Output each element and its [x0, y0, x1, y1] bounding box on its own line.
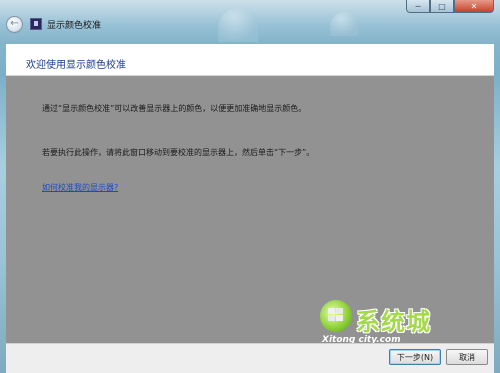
title-bar-row: ← 显示颜色校准: [6, 14, 101, 34]
intro-text: 通过“显示颜色校准”可以改善显示器上的颜色，以便更加准确地显示颜色。: [42, 104, 307, 113]
content-panel: [6, 44, 494, 343]
color-calibration-app-icon: [30, 18, 42, 30]
cancel-button[interactable]: 取消: [446, 349, 488, 365]
help-link[interactable]: 如何校准我的显示器?: [42, 182, 118, 193]
next-button[interactable]: 下一步(N): [389, 349, 441, 365]
page-title: 欢迎使用显示颜色校准: [26, 60, 126, 71]
watermark-brand: 系统城: [356, 308, 431, 336]
back-arrow-icon[interactable]: ←: [6, 15, 23, 33]
window-controls: ─ □ ✕: [406, 0, 494, 13]
maximize-button[interactable]: □: [430, 0, 454, 13]
window-title: 显示颜色校准: [47, 20, 102, 31]
windows-flag-icon: [328, 308, 344, 322]
watermark-logo-icon: [320, 300, 352, 332]
background-dome-decoration: [330, 12, 358, 36]
close-button[interactable]: ✕: [454, 0, 494, 13]
page-header: 欢迎使用显示颜色校准: [6, 44, 494, 76]
instruction-text: 若要执行此操作，请将此窗口移动到要校准的显示器上，然后单击“下一步”。: [42, 148, 315, 157]
background-dome-decoration: [218, 8, 258, 42]
minimize-button[interactable]: ─: [406, 0, 430, 13]
